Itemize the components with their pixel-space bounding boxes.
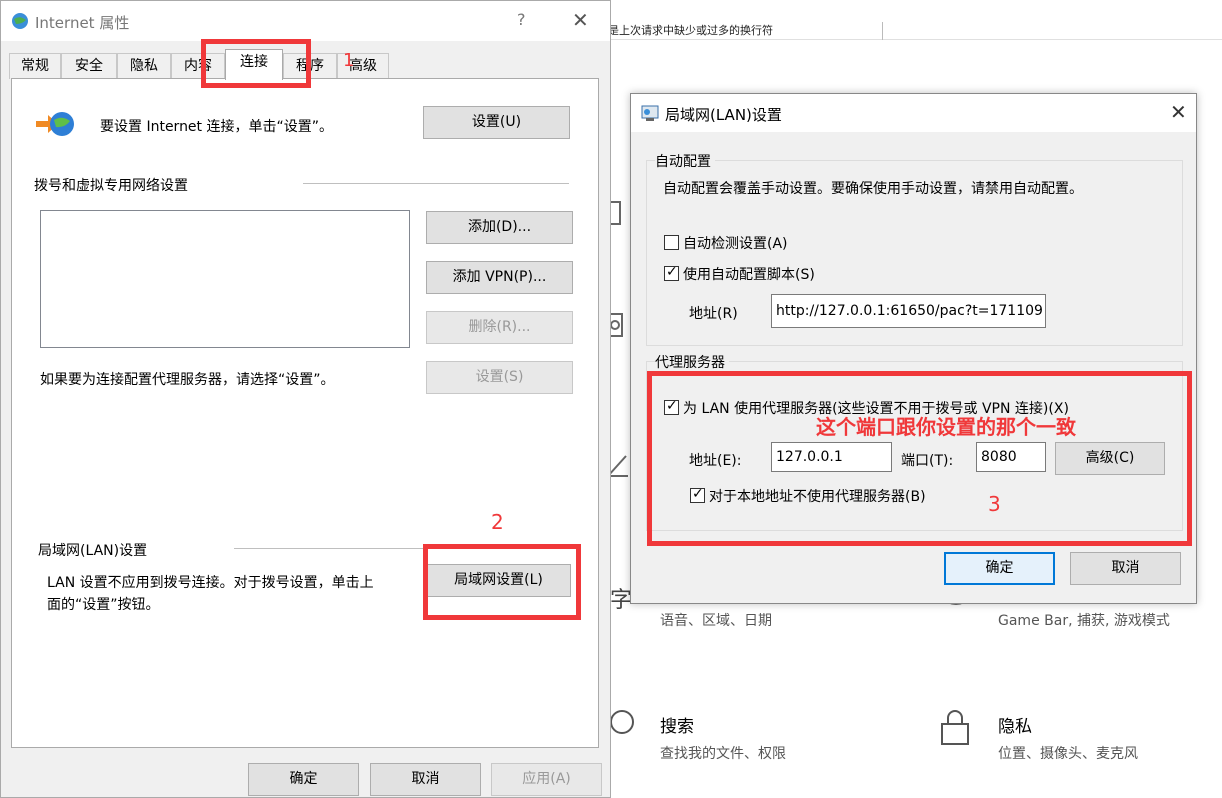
auto-detect-checkbox[interactable]	[664, 235, 679, 250]
apply-button[interactable]: 应用(A)	[491, 763, 602, 796]
tab-general[interactable]: 常规	[9, 53, 61, 79]
proxy-hint-text: 如果要为连接配置代理服务器，请选择“设置”。	[40, 372, 335, 388]
settings-item-subtitle: 位置、摄像头、麦克风	[998, 746, 1138, 762]
settings-item-search[interactable]: 搜索 查找我的文件、权限	[660, 712, 786, 763]
connections-panel: 要设置 Internet 连接，单击“设置”。 设置(U) 拨号和虚拟专用网络设…	[11, 78, 599, 748]
setup-text: 要设置 Internet 连接，单击“设置”。	[100, 119, 333, 135]
add-vpn-button[interactable]: 添加 VPN(P)...	[426, 261, 573, 294]
ok-button[interactable]: 确定	[248, 763, 359, 796]
globe-icon	[11, 12, 29, 30]
network-settings-icon	[641, 104, 659, 122]
highlight-lan-settings-button	[423, 544, 581, 620]
ok-button[interactable]: 确定	[944, 552, 1055, 585]
auto-script-checkbox[interactable]	[664, 264, 679, 281]
divider	[882, 22, 883, 40]
setup-button[interactable]: 设置(U)	[423, 106, 570, 139]
cancel-button[interactable]: 取消	[1070, 552, 1181, 585]
settings-item-title: 隐私	[998, 717, 1032, 737]
language-icon: 字	[610, 588, 633, 613]
window-title: Internet 属性	[35, 14, 130, 32]
auto-script-label[interactable]: 使用自动配置脚本(S)	[683, 264, 815, 284]
step-2-label: 2	[491, 510, 504, 534]
settings-item-title: 搜索	[660, 717, 694, 737]
settings-item-time-language[interactable]: 语音、区域、日期	[660, 604, 772, 630]
highlight-proxy-settings	[647, 371, 1192, 546]
group-divider	[303, 183, 569, 184]
window-title: 局域网(LAN)设置	[665, 106, 782, 124]
title-bar[interactable]: Internet 属性 ? ✕	[1, 1, 610, 41]
tab-privacy[interactable]: 隐私	[117, 53, 171, 79]
add-button[interactable]: 添加(D)...	[426, 211, 573, 244]
lock-icon	[938, 708, 972, 753]
auto-config-description: 自动配置会覆盖手动设置。要确保使用手动设置，请禁用自动配置。	[663, 181, 1083, 197]
close-button[interactable]: ✕	[1170, 100, 1187, 124]
settings-item-subtitle: Game Bar, 捕获, 游戏模式	[998, 613, 1170, 629]
port-note: 这个端口跟你设置的那个一致	[816, 415, 1076, 439]
dialup-group-label: 拨号和虚拟专用网络设置	[34, 178, 188, 194]
help-button[interactable]: ?	[517, 10, 526, 29]
connection-wizard-icon	[34, 109, 74, 143]
remove-button[interactable]: 删除(R)...	[426, 311, 573, 344]
settings-item-subtitle: 查找我的文件、权限	[660, 746, 786, 762]
auto-detect-label[interactable]: 自动检测设置(A)	[683, 233, 788, 253]
auto-config-group-label: 自动配置	[655, 151, 715, 171]
internet-properties-dialog: Internet 属性 ? ✕ 常规 安全 隐私 内容 连接 程序 高级 要设置…	[0, 0, 611, 798]
script-address-label: 地址(R)	[689, 306, 738, 322]
settings-item-gaming[interactable]: Game Bar, 捕获, 游戏模式	[998, 604, 1170, 630]
step-3-label: 3	[988, 492, 1001, 516]
step-1-label: 1	[343, 50, 355, 71]
proxy-server-group-label: 代理服务器	[655, 352, 729, 372]
lan-group-label: 局域网(LAN)设置	[38, 543, 148, 559]
lan-description-line1: LAN 设置不应用到拨号连接。对于拨号设置，单击上	[47, 575, 374, 591]
title-bar[interactable]: 局域网(LAN)设置 ✕	[631, 94, 1196, 132]
background-top-text: 是上次请求中缺少或过多的换行符	[608, 22, 1222, 40]
tab-connections[interactable]: 连接	[225, 49, 283, 80]
cancel-button[interactable]: 取消	[370, 763, 481, 796]
close-button[interactable]: ✕	[572, 8, 589, 32]
connection-settings-button[interactable]: 设置(S)	[426, 361, 573, 394]
lan-description-line2: 面的“设置”按钮。	[47, 597, 160, 613]
settings-item-subtitle: 语音、区域、日期	[660, 613, 772, 629]
connections-list[interactable]	[40, 210, 410, 348]
script-address-field[interactable]: http://127.0.0.1:61650/pac?t=171109	[771, 294, 1046, 328]
settings-item-privacy[interactable]: 隐私 位置、摄像头、麦克风	[998, 712, 1138, 763]
tab-security[interactable]: 安全	[61, 53, 117, 79]
